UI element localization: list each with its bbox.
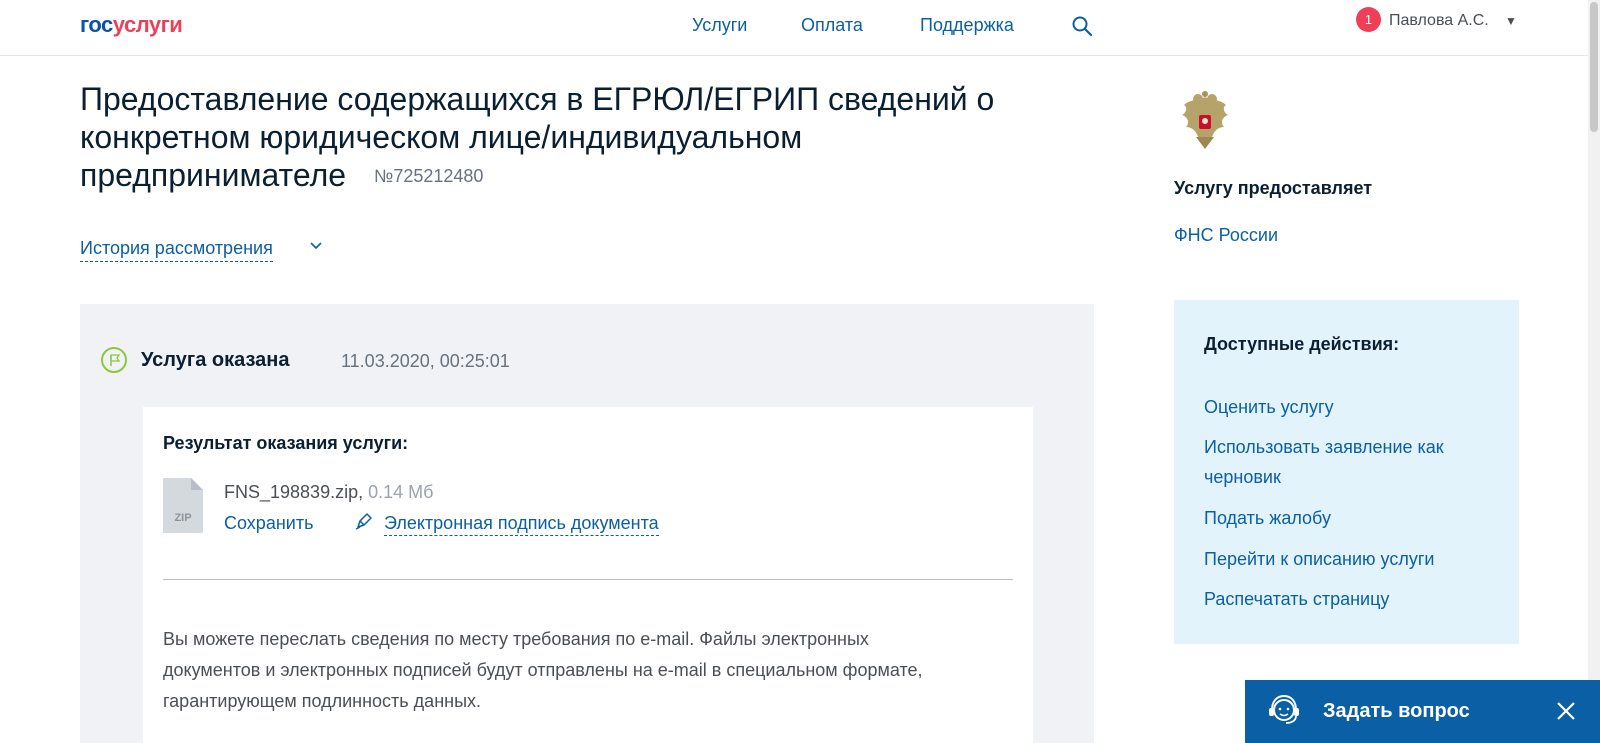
- page-title: Предоставление содержащихся в ЕГРЮЛ/ЕГРИ…: [80, 80, 1040, 195]
- logo-part-uslugi: услуги: [112, 12, 183, 37]
- scrollbar-thumb[interactable]: [1590, 2, 1598, 132]
- action-print-page[interactable]: Распечатать страницу: [1204, 584, 1494, 614]
- action-service-description[interactable]: Перейти к описанию услуги: [1204, 544, 1494, 574]
- nav-support[interactable]: Поддержка: [920, 15, 1014, 36]
- history-toggle[interactable]: История рассмотрения: [80, 238, 273, 262]
- caret-down-icon[interactable]: ▼: [1505, 14, 1517, 28]
- zip-file-icon[interactable]: ZIP: [163, 478, 203, 533]
- page-title-text: Предоставление содержащихся в ЕГРЮЛ/ЕГРИ…: [80, 81, 995, 193]
- file-size: 0.14 Мб: [368, 482, 434, 502]
- flag-icon: [101, 347, 127, 373]
- action-file-complaint[interactable]: Подать жалобу: [1204, 503, 1494, 533]
- save-file-link[interactable]: Сохранить: [224, 513, 313, 534]
- status-title: Услуга оказана: [141, 349, 290, 371]
- provider-label: Услугу предоставляет: [1174, 178, 1373, 198]
- document-signature-link[interactable]: Электронная подпись документа: [384, 513, 659, 536]
- file-type-label: ZIP: [174, 512, 191, 524]
- result-title: Результат оказания услуги:: [163, 433, 409, 453]
- signature-icon[interactable]: [354, 511, 374, 531]
- file-name: FNS_198839.zip, 0.14 Мб: [224, 482, 433, 503]
- chevron-down-icon[interactable]: [309, 238, 323, 252]
- search-icon[interactable]: [1071, 15, 1093, 37]
- action-rate-service[interactable]: Оценить услугу: [1204, 392, 1494, 422]
- close-icon[interactable]: [1555, 700, 1577, 722]
- top-header: госуслуги Услуги Оплата Поддержка 1 Павл…: [0, 0, 1600, 56]
- email-info-text: Вы можете переслать сведения по месту тр…: [163, 629, 923, 711]
- order-number: №725212480: [374, 166, 484, 186]
- user-menu-name[interactable]: Павлова А.С.: [1389, 12, 1489, 30]
- gosuslugi-logo[interactable]: госуслуги: [80, 12, 183, 38]
- support-agent-icon[interactable]: [1265, 691, 1303, 729]
- logo-part-gos: гос: [80, 12, 113, 37]
- action-use-as-draft[interactable]: Использовать заявление как черновик: [1204, 432, 1494, 492]
- chat-label[interactable]: Задать вопрос: [1323, 700, 1470, 723]
- notification-badge[interactable]: 1: [1356, 7, 1381, 32]
- nav-payment[interactable]: Оплата: [801, 15, 863, 36]
- actions-title: Доступные действия:: [1204, 334, 1400, 354]
- file-name-text: FNS_198839.zip,: [224, 482, 364, 502]
- nav-services[interactable]: Услуги: [692, 15, 747, 36]
- divider: [163, 579, 1013, 580]
- emblem-icon: [1182, 91, 1228, 149]
- provider-link[interactable]: ФНС России: [1174, 225, 1278, 246]
- status-datetime: 11.03.2020, 00:25:01: [341, 351, 510, 371]
